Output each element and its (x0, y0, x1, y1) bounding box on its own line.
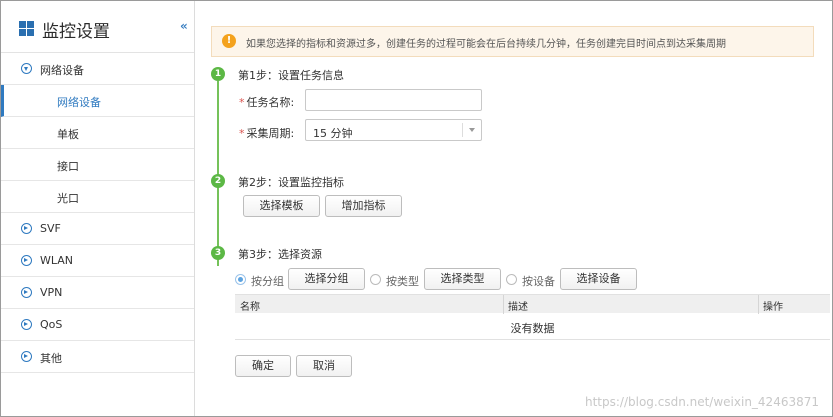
select-group-button[interactable]: 选择分组 (288, 268, 365, 290)
by-device-label: 按设备 (522, 275, 555, 288)
sidebar-header: 监控设置 « (1, 1, 194, 53)
sidebar-subitem-optical-port[interactable]: 光口 (1, 181, 194, 213)
sidebar-title: 监控设置 (42, 22, 110, 42)
column-header-actions[interactable]: 操作 (763, 298, 783, 313)
warning-icon: ! (222, 34, 236, 48)
step-1-badge: 1 (211, 67, 225, 81)
sidebar-subitem-label: 光口 (57, 192, 79, 205)
select-type-button[interactable]: 选择类型 (424, 268, 501, 290)
collapse-sidebar-icon[interactable]: « (180, 19, 188, 33)
grid-logo-icon (19, 21, 34, 36)
sidebar-item-vpn[interactable]: VPN (1, 277, 194, 309)
warning-notice: ! 如果您选择的指标和资源过多，创建任务的过程可能会在后台持续几分钟，任务创建完… (211, 26, 814, 57)
sidebar-item-svf[interactable]: SVF (1, 213, 194, 245)
chevron-right-circle-icon (21, 287, 32, 298)
task-name-input[interactable] (305, 89, 482, 111)
table-empty-message: 没有数据 (510, 322, 555, 335)
by-group-radio[interactable] (235, 274, 246, 285)
period-label: * 采集周期: (239, 127, 295, 140)
select-device-button[interactable]: 选择设备 (560, 268, 637, 290)
step-2-title: 第2步：设置监控指标 (238, 176, 344, 189)
main-panel: ! 如果您选择的指标和资源过多，创建任务的过程可能会在后台持续几分钟，任务创建完… (196, 1, 832, 416)
step-1-title: 第1步：设置任务信息 (238, 69, 344, 82)
sidebar-subitem-interface[interactable]: 接口 (1, 149, 194, 181)
sidebar-item-other[interactable]: 其他 (1, 341, 194, 373)
by-device-radio[interactable] (506, 274, 517, 285)
sidebar-subitem-label: 接口 (57, 160, 79, 173)
chevron-down-icon (469, 128, 475, 132)
sidebar-item-label: 其他 (40, 352, 62, 365)
sidebar-item-label: SVF (40, 222, 61, 235)
sidebar-subitem-label: 单板 (57, 128, 79, 141)
add-metric-button[interactable]: 增加指标 (325, 195, 402, 217)
chevron-right-circle-icon (21, 223, 32, 234)
column-header-name[interactable]: 名称 (240, 298, 260, 313)
sidebar-item-qos[interactable]: QoS (1, 309, 194, 341)
by-type-label: 按类型 (386, 275, 419, 288)
chevron-right-circle-icon (21, 351, 32, 362)
by-group-label: 按分组 (251, 275, 284, 288)
sidebar-item-label: QoS (40, 318, 63, 331)
step-3-title: 第3步：选择资源 (238, 248, 322, 261)
step-2-badge: 2 (211, 174, 225, 188)
period-select[interactable]: 15 分钟 (305, 119, 482, 141)
cancel-button[interactable]: 取消 (296, 355, 352, 377)
notice-text: 如果您选择的指标和资源过多，创建任务的过程可能会在后台持续几分钟，任务创建完目时… (246, 39, 726, 50)
confirm-button[interactable]: 确定 (235, 355, 291, 377)
sidebar-item-network-devices[interactable]: 网络设备 (1, 53, 194, 85)
step-3-badge: 3 (211, 246, 225, 260)
by-type-radio[interactable] (370, 274, 381, 285)
chevron-down-circle-icon (21, 63, 32, 74)
chevron-right-circle-icon (21, 319, 32, 330)
sidebar: 监控设置 « 网络设备 网络设备 单板 接口 光口 SVF WLAN VPN Q… (1, 1, 195, 416)
sidebar-subitem-network-devices[interactable]: 网络设备 (1, 85, 194, 117)
task-name-label: * 任务名称: (239, 96, 295, 109)
sidebar-item-label: WLAN (40, 254, 74, 267)
sidebar-subitem-board[interactable]: 单板 (1, 117, 194, 149)
sidebar-item-label: 网络设备 (40, 64, 84, 77)
column-header-description[interactable]: 描述 (508, 298, 528, 313)
select-template-button[interactable]: 选择模板 (243, 195, 320, 217)
watermark-text: https://blog.csdn.net/weixin_42463871 (584, 395, 819, 409)
chevron-right-circle-icon (21, 255, 32, 266)
sidebar-subitem-label: 网络设备 (57, 96, 101, 109)
resource-table: 名称 描述 操作 没有数据 (235, 294, 830, 340)
sidebar-item-wlan[interactable]: WLAN (1, 245, 194, 277)
period-select-value: 15 分钟 (313, 127, 353, 140)
sidebar-item-label: VPN (40, 286, 63, 299)
table-header: 名称 描述 操作 (235, 294, 830, 314)
